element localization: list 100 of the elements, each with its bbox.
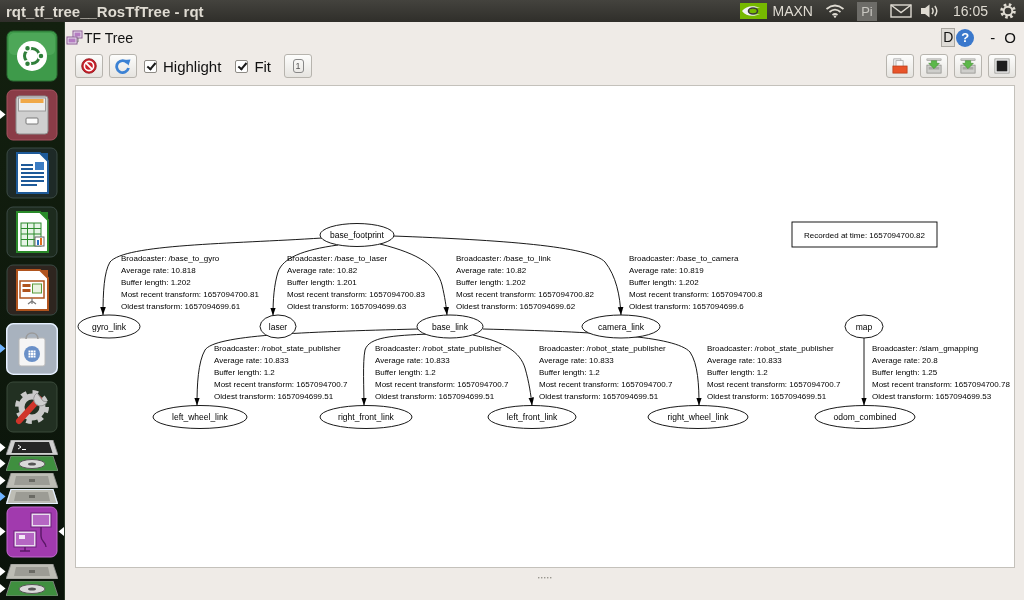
folded-app-icon[interactable] — [6, 489, 58, 504]
help-button[interactable]: ? — [956, 28, 975, 47]
power-mode-label[interactable]: MAXN — [772, 3, 813, 19]
recent-transform-text: Most recent transform: 1657094700.83 — [287, 289, 425, 299]
oldest-transform-text: Oldest transform: 1657094699.51 — [707, 391, 827, 401]
folded-app-icon[interactable] — [6, 580, 58, 596]
recent-transform-text: Most recent transform: 1657094700.7 — [707, 379, 841, 389]
frame-node: right_front_link — [319, 405, 413, 429]
checkbox-label[interactable]: Highlight — [163, 57, 222, 75]
frame-node: left_wheel_link — [152, 405, 248, 429]
shopping-bag-icon[interactable] — [6, 322, 58, 375]
open-button[interactable] — [886, 54, 914, 78]
monitors-icon[interactable] — [6, 505, 58, 558]
broadcaster-text: Broadcaster: /robot_state_publisher — [539, 343, 666, 353]
frame-node: left_front_link — [487, 405, 577, 429]
close-button[interactable]: O — [1002, 29, 1018, 46]
terminal-icon[interactable] — [6, 439, 58, 455]
average-rate-text: Average rate: 10.833 — [214, 355, 289, 365]
oldest-transform-text: Oldest transform: 1657094699.6 — [629, 301, 744, 311]
checkbox[interactable] — [235, 59, 249, 73]
average-rate-text: Average rate: 10.818 — [121, 265, 196, 275]
presentation-icon[interactable] — [6, 264, 58, 316]
refresh-button[interactable] — [109, 54, 137, 78]
oldest-transform-text: Oldest transform: 1657094699.63 — [287, 301, 407, 311]
average-rate-text: Average rate: 20.8 — [872, 355, 938, 365]
gear-wrench-icon[interactable] — [6, 381, 58, 433]
dock-button[interactable]: D — [941, 28, 956, 47]
frame-node: laser — [259, 314, 297, 339]
document-icon[interactable] — [6, 147, 58, 199]
timestamp-box: Recorded at time: 1657094700.82 — [791, 221, 938, 248]
broadcaster-text: Broadcaster: /base_to_gyro — [121, 253, 220, 263]
buffer-length-text: Buffer length: 1.2 — [539, 367, 600, 377]
recent-transform-text: Most recent transform: 1657094700.82 — [456, 289, 594, 299]
save-button[interactable] — [920, 54, 948, 78]
recent-transform-text: Most recent transform: 1657094700.78 — [872, 379, 1010, 389]
oldest-transform-text: Oldest transform: 1657094699.51 — [539, 391, 659, 401]
volume-icon[interactable] — [919, 3, 940, 19]
frame-node: gyro_link — [77, 314, 141, 339]
broadcaster-text: Broadcaster: /base_to_laser — [287, 253, 388, 263]
plugin-title: TF Tree — [84, 29, 133, 46]
buffer-length-text: Buffer length: 1.2 — [375, 367, 436, 377]
oldest-transform-text: Oldest transform: 1657094699.53 — [872, 391, 992, 401]
recent-transform-text: Most recent transform: 1657094700.7 — [375, 379, 509, 389]
clock-label[interactable]: 16:05 — [952, 3, 988, 19]
frame-node: map — [844, 314, 884, 339]
window-title: rqt_tf_tree__RosTfTree - rqt — [6, 2, 204, 20]
eye-logo-icon[interactable] — [739, 3, 767, 19]
buffer-length-text: Buffer length: 1.202 — [629, 277, 699, 287]
actual-size-button[interactable]: 1 — [284, 54, 313, 78]
frame-node: right_wheel_link — [647, 405, 749, 429]
average-rate-text: Average rate: 10.833 — [539, 355, 614, 365]
no-entry-icon — [81, 58, 97, 74]
folded-app-icon[interactable] — [6, 564, 58, 579]
recent-transform-text: Most recent transform: 1657094700.81 — [121, 289, 259, 299]
dash-logo-icon[interactable] — [6, 30, 58, 82]
folded-app-icon[interactable] — [6, 456, 58, 471]
buffer-length-text: Buffer length: 1.25 — [872, 367, 938, 377]
gear-icon[interactable] — [1000, 3, 1016, 19]
spreadsheet-icon[interactable] — [6, 205, 58, 258]
frame-node: odom_combined — [814, 405, 916, 429]
average-rate-text: Average rate: 10.819 — [629, 265, 704, 275]
square-icon — [994, 58, 1010, 74]
recent-transform-text: Most recent transform: 1657094700.7 — [539, 379, 673, 389]
monitors-icon — [66, 29, 83, 46]
average-rate-text: Average rate: 10.833 — [375, 355, 450, 365]
broadcaster-text: Broadcaster: /base_to_link — [456, 253, 551, 263]
tray-arrow-icon — [960, 58, 976, 74]
buffer-length-text: Buffer length: 1.2 — [707, 367, 768, 377]
stop-button[interactable] — [75, 54, 103, 78]
frame-node: camera_link — [581, 314, 661, 339]
buffer-length-text: Buffer length: 1.202 — [121, 277, 191, 287]
frame-button[interactable] — [988, 54, 1016, 78]
broadcaster-text: Broadcaster: /robot_state_publisher — [375, 343, 502, 353]
oldest-transform-text: Oldest transform: 1657094699.51 — [375, 391, 495, 401]
tray-arrow-icon — [926, 58, 942, 74]
file-cabinet-icon[interactable] — [6, 88, 58, 141]
folded-app-icon[interactable] — [6, 472, 58, 488]
buffer-length-text: Buffer length: 1.2 — [214, 367, 275, 377]
broadcaster-text: Broadcaster: /base_to_camera — [629, 253, 739, 263]
save-button[interactable] — [954, 54, 982, 78]
minimize-button[interactable]: - — [988, 29, 998, 46]
broadcaster-text: Broadcaster: /robot_state_publisher — [707, 343, 834, 353]
buffer-length-text: Buffer length: 1.202 — [456, 277, 526, 287]
buffer-length-text: Buffer length: 1.201 — [287, 277, 357, 287]
oldest-transform-text: Oldest transform: 1657094699.62 — [456, 301, 576, 311]
average-rate-text: Average rate: 10.82 — [287, 265, 358, 275]
frame-node: base_footprint — [319, 223, 395, 247]
checkbox-label[interactable]: Fit — [254, 57, 272, 75]
recent-transform-text: Most recent transform: 1657094700.8 — [629, 289, 763, 299]
frame-node: base_link — [416, 314, 484, 339]
folder-icon — [892, 58, 908, 74]
mail-icon[interactable] — [889, 4, 912, 18]
refresh-icon — [115, 58, 131, 74]
wifi-icon[interactable] — [824, 4, 845, 18]
checkbox[interactable] — [144, 59, 157, 73]
average-rate-text: Average rate: 10.82 — [456, 265, 527, 275]
recent-transform-text: Most recent transform: 1657094700.7 — [214, 379, 348, 389]
broadcaster-text: Broadcaster: /robot_state_publisher — [214, 343, 341, 353]
oldest-transform-text: Oldest transform: 1657094699.61 — [121, 301, 241, 311]
broadcaster-text: Broadcaster: /slam_gmapping — [872, 343, 979, 353]
